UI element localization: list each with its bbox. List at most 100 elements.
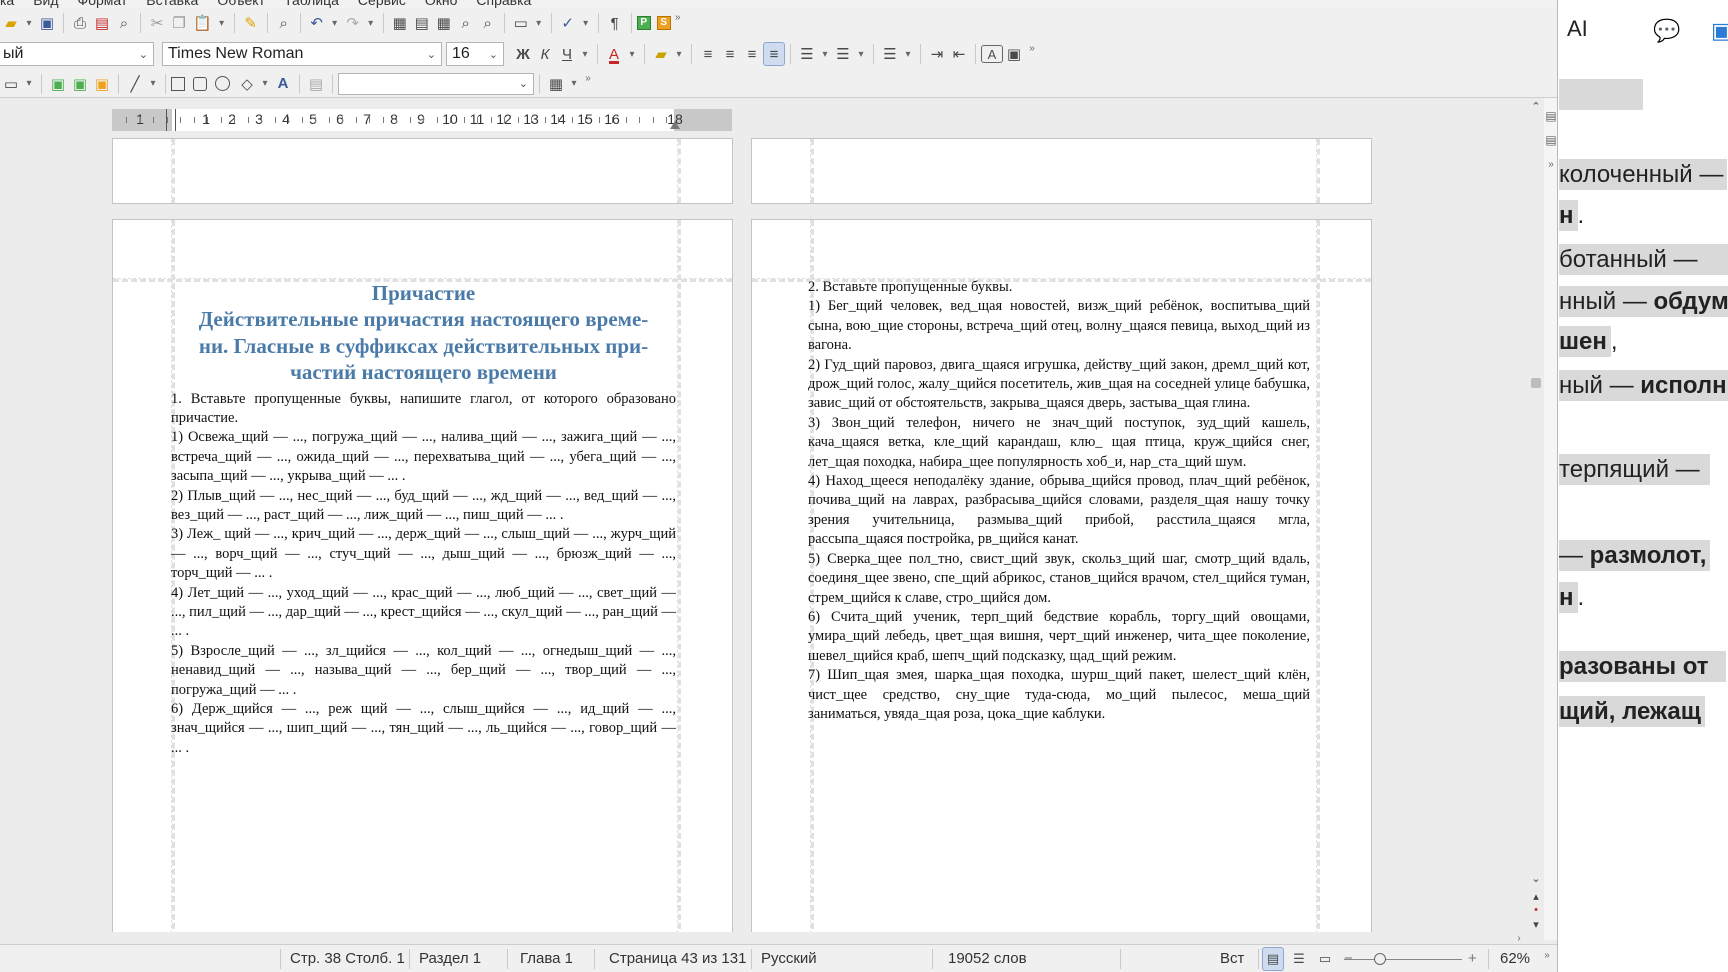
cut-icon[interactable]: ✂ [146,11,168,35]
zoom-icon[interactable]: ⌕ [477,11,499,35]
paste-dropdown-icon[interactable]: ▾ [215,11,229,35]
ruler-indent-marker[interactable] [166,109,176,131]
print-preview-icon[interactable]: ⌕ [113,11,135,35]
scroll-thumb[interactable] [1531,378,1541,388]
status-section[interactable]: Раздел 1 [419,950,481,967]
toolbar-more-icon[interactable]: » [671,5,685,29]
horizontal-ruler[interactable]: 11234567891011121314151618 [112,109,732,131]
font-color-dropdown-icon[interactable]: ▾ [625,42,639,66]
fontwork-icon[interactable]: A [272,72,294,96]
status-more-icon[interactable]: » [1540,943,1554,967]
print-icon[interactable]: ⎙ [69,11,91,35]
zoom-level[interactable]: 62% [1500,950,1530,967]
multi-page-view-icon[interactable]: ☰ [1288,947,1310,971]
sidebar-styles-icon[interactable]: ▤ [1544,128,1557,152]
scroll-down-icon[interactable]: ⌄ [1528,872,1544,885]
highlight-icon[interactable]: ▰ [650,42,672,66]
horizontal-scrollbar[interactable]: › [0,932,1528,944]
navigator-icon[interactable]: ⌕ [455,11,477,35]
insert-page-number-icon[interactable]: ▦ [389,11,411,35]
insert-table-icon[interactable]: ▦ [433,11,455,35]
zoom-in-button[interactable]: + [1468,950,1477,967]
paragraph-style-combo[interactable]: ый ⌄ [0,42,154,66]
align-left-icon[interactable]: ≡ [697,42,719,66]
scroll-up-icon[interactable]: ⌃ [1528,100,1544,113]
chat-icon[interactable]: 💬 [1653,18,1680,44]
line-dropdown-icon[interactable]: ▾ [146,72,160,96]
insert-image-orange-icon[interactable]: ▣ [91,72,113,96]
align-justify-icon[interactable]: ≡ [763,42,785,66]
insert-field-icon[interactable]: ▤ [411,11,433,35]
outline-dropdown-icon[interactable]: ▾ [901,42,915,66]
insert-frame-dropdown-icon[interactable]: ▾ [532,11,546,35]
status-word-count[interactable]: 19052 слов [948,950,1027,967]
clone-formatting-icon[interactable]: ✎ [240,11,262,35]
menu-item-1[interactable]: Вид [33,0,58,8]
save-icon[interactable]: ▣ [36,11,58,35]
spellcheck-icon[interactable]: ✓ [557,11,579,35]
open-dropdown-icon[interactable]: ▾ [22,11,36,35]
increase-indent-icon[interactable]: ⇥ [926,42,948,66]
spellcheck-dropdown-icon[interactable]: ▾ [579,11,593,35]
font-color-button[interactable]: A [603,42,625,66]
status-position[interactable]: Стр. 38 Столб. 1 [290,950,405,967]
rounded-rectangle-icon[interactable] [193,76,207,91]
menu-item-2[interactable]: Формат [78,0,128,8]
ai-label[interactable]: AI [1567,16,1588,42]
underline-dropdown-icon[interactable]: ▾ [578,42,592,66]
bold-button[interactable]: Ж [512,42,534,66]
navigation-dot-icon[interactable]: • [1528,904,1544,916]
left-page-text[interactable]: Причастие Действительные причастия насто… [171,280,676,758]
basic-shapes-dropdown-icon[interactable]: ▾ [258,72,272,96]
single-page-view-icon[interactable]: ▤ [1262,947,1284,971]
font-size-combo[interactable]: 16 ⌄ [446,42,504,66]
insert-field-green-icon[interactable]: ▣ [47,72,69,96]
status-language[interactable]: Русский [761,950,817,967]
menu-item-8[interactable]: Справка [476,0,531,8]
book-view-icon[interactable]: ▭ [1314,947,1336,971]
underline-button[interactable]: Ч [556,42,578,66]
find-icon[interactable]: ⌕ [273,11,295,35]
status-chapter[interactable]: Глава 1 [520,950,573,967]
bullet-list-dropdown-icon[interactable]: ▾ [818,42,832,66]
style-icon[interactable]: ▭ [0,72,22,96]
undo-icon[interactable]: ↶ [306,11,328,35]
status-page[interactable]: Страница 43 из 131 [609,950,746,967]
open-icon[interactable]: ▰ [0,11,22,35]
rectangle-icon[interactable] [171,76,185,91]
object-name-combo[interactable]: ⌄ [338,72,534,95]
anchor-icon[interactable]: ▤ [305,72,327,96]
menu-item-5[interactable]: Таблица [284,0,339,8]
redo-icon[interactable]: ↷ [342,11,364,35]
ellipse-icon[interactable] [215,76,230,91]
menu-item-6[interactable]: Сервис [358,0,406,8]
paragraph-format-icon[interactable]: ▣ [1003,42,1025,66]
highlight-dropdown-icon[interactable]: ▾ [672,42,686,66]
paste-icon[interactable]: 📋 [190,11,215,35]
bullet-list-icon[interactable]: ☰ [796,42,818,66]
python-macro-icon[interactable]: P [636,16,651,30]
edge-app-icon[interactable]: ▣ [1711,18,1728,44]
insert-chart-green-icon[interactable]: ▣ [69,72,91,96]
table-grid-icon[interactable]: ▦ [545,72,567,96]
copy-icon[interactable]: ❐ [168,11,190,35]
status-insert-mode[interactable]: Вст [1220,950,1244,967]
basic-macro-icon[interactable]: S [656,16,671,30]
zoom-slider-knob[interactable] [1374,953,1386,965]
decrease-indent-icon[interactable]: ⇤ [948,42,970,66]
align-center-icon[interactable]: ≡ [719,42,741,66]
right-page-text[interactable]: 2. Вставьте пропущенные буквы. 1) Бег_щи… [808,278,1310,724]
menu-item-3[interactable]: Вставка [146,0,198,8]
toolbar3-more-icon[interactable]: » [581,67,595,91]
basic-shapes-icon[interactable]: ◇ [236,72,258,96]
character-format-icon[interactable]: A [981,45,1003,63]
align-right-icon[interactable]: ≡ [741,42,763,66]
numbered-list-icon[interactable]: ☰ [832,42,854,66]
sidebar-more-icon[interactable]: » [1544,152,1557,176]
ruler-right-indent-marker[interactable] [670,121,680,129]
vertical-scrollbar[interactable]: ⌃ ⌄ ▴ • ▾ [1528,100,1544,940]
next-page-icon[interactable]: ▾ [1528,918,1544,931]
font-name-combo[interactable]: Times New Roman ⌄ [162,42,442,66]
menu-item-7[interactable]: Окно [425,0,458,8]
italic-button[interactable]: К [534,42,556,66]
